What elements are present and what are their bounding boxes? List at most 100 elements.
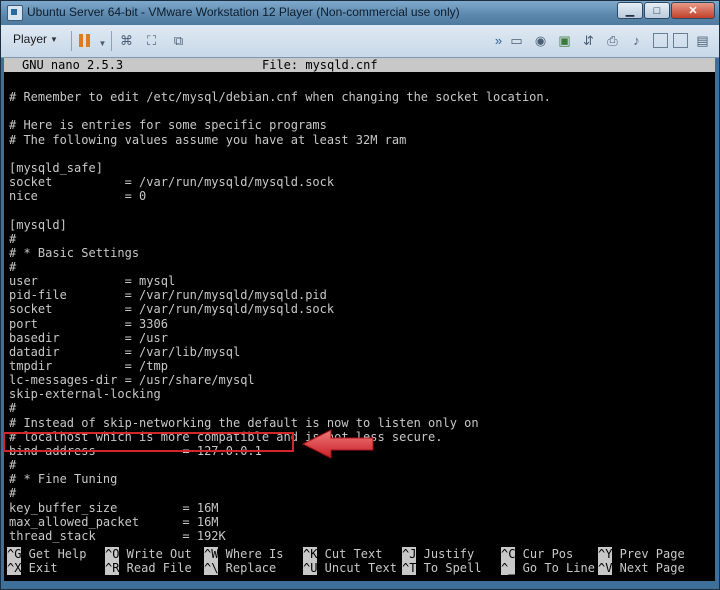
shortcut-key: ^J — [402, 547, 417, 561]
shortcut-item: ^_ Go To Line — [501, 561, 595, 575]
shortcut-key: ^K — [303, 547, 318, 561]
editor-line: # Here is entries for some specific prog… — [9, 118, 327, 133]
editor-line: port = 3306 — [9, 316, 168, 331]
editor-line: tmpdir = /tmp — [9, 359, 168, 373]
editor-line: # — [9, 458, 17, 473]
shortcut-label: Exit — [21, 561, 58, 575]
minimize-button[interactable]: ▁ — [617, 2, 643, 19]
network-adapter-icon[interactable]: ▣ — [557, 33, 572, 48]
editor-line: # — [9, 259, 17, 274]
cd-dvd-icon[interactable]: ◉ — [533, 33, 548, 48]
editor-line: # — [9, 486, 17, 501]
shortcut-item: ^J Justify — [402, 547, 474, 561]
toolbar-divider — [71, 31, 72, 51]
shortcut-item: ^K Cut Text — [303, 547, 382, 561]
sound-icon[interactable]: ♪ — [629, 33, 644, 48]
storage-icon[interactable] — [673, 33, 688, 48]
player-menu-label: Player — [13, 32, 48, 46]
editor-line: [mysqld_safe] — [9, 160, 103, 175]
shortcut-item: ^W Where Is — [204, 547, 283, 561]
editor-line: # — [9, 401, 17, 416]
printer-icon[interactable]: ⎙ — [605, 33, 620, 48]
window-controls: ▁ □ ✕ — [616, 2, 715, 19]
shortcut-key: ^V — [598, 561, 613, 575]
shortcut-key: ^O — [105, 547, 120, 561]
send-ctrl-alt-del-icon[interactable]: ⌘ — [119, 33, 134, 48]
vmware-app-icon — [7, 5, 23, 21]
editor-line: # * Basic Settings — [9, 245, 140, 260]
editor-line: # Remember to edit /etc/mysql/debian.cnf… — [9, 90, 551, 105]
editor-line: lc-messages-dir = /usr/share/mysql — [9, 373, 255, 388]
shortcut-label: Go To Line — [515, 561, 595, 575]
editor-line: # — [9, 231, 17, 246]
shortcut-item: ^Y Prev Page — [598, 547, 685, 561]
editor-line: # Instead of skip-networking the default… — [9, 415, 479, 430]
shortcut-label: Replace — [218, 561, 277, 575]
shortcut-label: Next Page — [612, 561, 685, 575]
shortcut-item: ^C Cur Pos — [501, 547, 573, 561]
chevron-down-icon[interactable]: ▼ — [95, 36, 110, 51]
editor-line: key_buffer_size = 16M — [9, 500, 219, 515]
shortcut-key: ^R — [105, 561, 120, 575]
shortcut-item: ^R Read File — [105, 561, 192, 575]
editor-line: nice = 0 — [9, 189, 147, 204]
shortcut-key: ^U — [303, 561, 318, 575]
editor-line: socket = /var/run/mysqld/mysqld.sock — [9, 302, 335, 317]
shortcut-label: Prev Page — [612, 547, 685, 561]
usb-icon[interactable]: ⇵ — [581, 33, 596, 48]
shortcut-key: ^G — [7, 547, 22, 561]
shortcut-item: ^U Uncut Text — [303, 561, 397, 575]
editor-line: skip-external-locking — [9, 387, 161, 402]
shortcut-key: ^_ — [501, 561, 516, 575]
editor-line: basedir = /usr — [9, 330, 168, 345]
editor-line: user = mysql — [9, 274, 176, 289]
maximize-button[interactable]: □ — [644, 2, 670, 19]
shortcut-item: ^X Exit — [7, 561, 58, 575]
display-icon[interactable] — [653, 33, 668, 48]
unity-icon[interactable]: ⧉ — [171, 33, 186, 48]
shortcut-label: Uncut Text — [317, 561, 397, 575]
fullscreen-icon[interactable]: ⛶ — [144, 33, 159, 48]
shortcut-key: ^T — [402, 561, 417, 575]
shortcut-key: ^C — [501, 547, 516, 561]
toolbar: Player ▼ ▼ ⌘ ⛶ ⧉ » ▭ ◉ ▣ ⇵ ⎙ ♪ ▤ — [1, 25, 719, 58]
shortcut-label: Justify — [416, 547, 475, 561]
editor-line: max_allowed_packet = 16M — [9, 514, 219, 529]
editor-line: [mysqld] — [9, 217, 67, 232]
shortcut-item: ^\ Replace — [204, 561, 276, 575]
shortcut-label: Write Out — [119, 547, 192, 561]
shortcut-key: ^W — [204, 547, 219, 561]
message-log-icon[interactable]: ▤ — [695, 33, 710, 48]
title-bar[interactable]: Ubuntu Server 64-bit - VMware Workstatio… — [1, 1, 719, 25]
window-title: Ubuntu Server 64-bit - VMware Workstatio… — [27, 5, 460, 19]
devices-overflow-icon[interactable]: » — [491, 33, 506, 48]
nano-filename: File: mysqld.cnf — [262, 58, 378, 72]
shortcut-label: To Spell — [416, 561, 482, 575]
editor-line: pid-file = /var/run/mysqld/mysqld.pid — [9, 288, 327, 303]
chevron-down-icon: ▼ — [50, 34, 58, 44]
shortcut-key: ^X — [7, 561, 22, 575]
shortcut-label: Where Is — [218, 547, 284, 561]
editor-line: # The following values assume you have a… — [9, 132, 407, 147]
highlight-box-annotation — [3, 432, 294, 452]
shortcut-item: ^V Next Page — [598, 561, 685, 575]
shortcut-label: Get Help — [21, 547, 87, 561]
editor-line: datadir = /var/lib/mysql — [9, 344, 241, 359]
shortcut-item: ^G Get Help — [7, 547, 86, 561]
shortcut-item: ^T To Spell — [402, 561, 481, 575]
pause-icon[interactable] — [79, 34, 91, 47]
editor-line: thread_stack = 192K — [9, 528, 226, 543]
editor-line: # * Fine Tuning — [9, 472, 118, 487]
hard-disk-icon[interactable]: ▭ — [509, 33, 524, 48]
vmware-player-window: Ubuntu Server 64-bit - VMware Workstatio… — [0, 0, 720, 590]
toolbar-divider — [111, 31, 112, 51]
player-menu-button[interactable]: Player ▼ — [13, 32, 58, 46]
shortcut-label: Cur Pos — [515, 547, 574, 561]
nano-title-bar: GNU nano 2.5.3 File: mysqld.cnf — [4, 58, 715, 72]
editor-line: socket = /var/run/mysqld/mysqld.sock — [9, 175, 335, 190]
red-arrow-annotation — [301, 429, 374, 459]
close-button[interactable]: ✕ — [671, 2, 715, 19]
terminal-screen[interactable]: GNU nano 2.5.3 File: mysqld.cnf # Rememb… — [4, 58, 715, 581]
shortcut-label: Cut Text — [317, 547, 383, 561]
shortcut-label: Read File — [119, 561, 192, 575]
